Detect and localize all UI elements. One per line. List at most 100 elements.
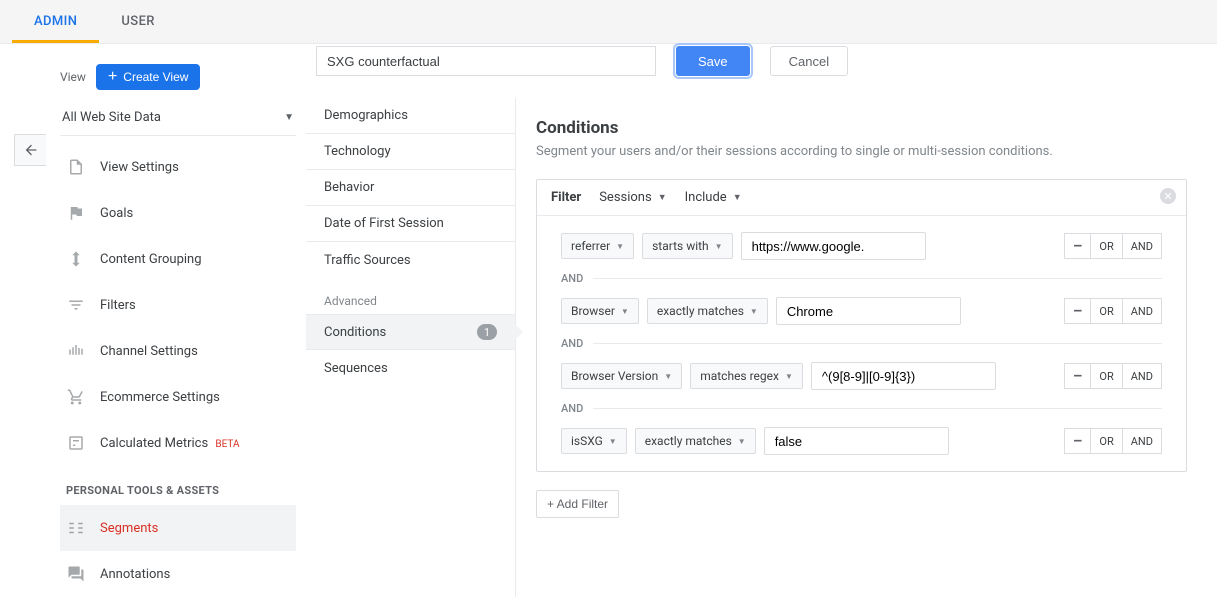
and-button[interactable]: AND (1122, 298, 1162, 324)
create-view-text: Create View (123, 70, 188, 84)
caret-down-icon: ▼ (738, 437, 746, 446)
op-value: starts with (652, 239, 709, 253)
or-button[interactable]: OR (1090, 298, 1122, 324)
segment-name-input[interactable] (316, 46, 656, 76)
remove-row-button[interactable]: – (1064, 298, 1091, 324)
page-icon (66, 157, 86, 177)
caret-down-icon: ▼ (284, 112, 294, 123)
separator-line (593, 278, 1162, 279)
nav-label: Content Grouping (100, 252, 202, 267)
remove-row-button[interactable]: – (1064, 363, 1091, 389)
remove-row-button[interactable]: – (1064, 428, 1091, 454)
field-value: Browser Version (571, 369, 658, 383)
beta-badge: BETA (215, 439, 239, 450)
tab-admin[interactable]: ADMIN (12, 0, 99, 43)
nav-channel-settings[interactable]: Channel Settings (60, 328, 296, 374)
caret-down-icon: ▼ (750, 307, 758, 316)
view-select[interactable]: All Web Site Data ▼ (60, 104, 296, 136)
nav-calculated-metrics[interactable]: Calculated Metrics BETA (60, 420, 296, 466)
nav-label: Filters (100, 298, 136, 313)
create-view-button[interactable]: + Create View (96, 64, 201, 90)
tab-behavior[interactable]: Behavior (306, 170, 515, 206)
or-button[interactable]: OR (1090, 428, 1122, 454)
tab-demographics[interactable]: Demographics (306, 98, 515, 134)
save-button[interactable]: Save (676, 46, 750, 76)
remove-row-button[interactable]: – (1064, 233, 1091, 259)
filter-label: Filter (551, 190, 581, 205)
nav-label: Goals (100, 206, 133, 221)
cancel-button[interactable]: Cancel (770, 46, 848, 76)
operator-dropdown[interactable]: exactly matches ▼ (647, 298, 768, 324)
caret-down-icon: ▼ (664, 372, 672, 381)
calc-icon (66, 433, 86, 453)
or-button[interactable]: OR (1090, 233, 1122, 259)
field-dropdown[interactable]: Browser Version ▼ (561, 363, 682, 389)
add-filter-button[interactable]: + Add Filter (536, 490, 619, 518)
caret-down-icon: ▼ (609, 437, 617, 446)
tab-date-first-session[interactable]: Date of First Session (306, 206, 515, 242)
annotation-icon (66, 564, 86, 584)
flag-icon (66, 203, 86, 223)
conditions-label: Conditions (324, 325, 386, 340)
nav-label: Calculated Metrics BETA (100, 436, 240, 451)
cart-icon (66, 387, 86, 407)
nav-label: Segments (100, 521, 158, 536)
field-dropdown[interactable]: isSXG ▼ (561, 428, 627, 454)
nav-segments[interactable]: Segments (60, 505, 296, 551)
nav-label: Channel Settings (100, 344, 198, 359)
filter-scope-value: Sessions (599, 190, 652, 205)
nav-annotations[interactable]: Annotations (60, 551, 296, 597)
tab-user[interactable]: USER (99, 0, 177, 43)
funnel-icon (66, 295, 86, 315)
op-value: matches regex (700, 369, 779, 383)
tab-traffic-sources[interactable]: Traffic Sources (306, 242, 515, 278)
and-separator: AND (561, 272, 583, 285)
operator-dropdown[interactable]: starts with ▼ (642, 233, 733, 259)
field-dropdown[interactable]: referrer▼ (561, 233, 634, 259)
value-input[interactable] (776, 297, 961, 325)
value-input[interactable] (764, 427, 949, 455)
tab-technology[interactable]: Technology (306, 134, 515, 170)
operator-dropdown[interactable]: matches regex ▼ (690, 363, 803, 389)
caret-down-icon: ▼ (785, 372, 793, 381)
field-value: isSXG (571, 434, 603, 448)
filter-include-dropdown[interactable]: Include ▼ (685, 190, 742, 205)
arrow-left-icon (23, 142, 39, 158)
and-button[interactable]: AND (1122, 428, 1162, 454)
nav-filters[interactable]: Filters (60, 282, 296, 328)
caret-down-icon: ▼ (658, 192, 667, 203)
caret-down-icon: ▼ (733, 192, 742, 203)
nav-ecommerce-settings[interactable]: Ecommerce Settings (60, 374, 296, 420)
or-button[interactable]: OR (1090, 363, 1122, 389)
plus-icon: + (108, 70, 117, 84)
nav-content-grouping[interactable]: Content Grouping (60, 236, 296, 282)
tab-conditions[interactable]: Conditions 1 (306, 314, 515, 350)
and-button[interactable]: AND (1122, 233, 1162, 259)
advanced-header: Advanced (306, 278, 515, 314)
value-input[interactable] (811, 362, 996, 390)
channel-icon (66, 341, 86, 361)
and-separator: AND (561, 402, 583, 415)
and-button[interactable]: AND (1122, 363, 1162, 389)
operator-dropdown[interactable]: exactly matches ▼ (635, 428, 756, 454)
view-select-value: All Web Site Data (62, 110, 161, 125)
nav-label: View Settings (100, 160, 179, 175)
caret-down-icon: ▼ (616, 242, 624, 251)
nav-view-settings[interactable]: View Settings (60, 144, 296, 190)
field-value: Browser (571, 304, 615, 318)
segments-icon (66, 518, 86, 538)
field-dropdown[interactable]: Browser▼ (561, 298, 639, 324)
separator-line (593, 408, 1162, 409)
op-value: exactly matches (657, 304, 744, 318)
back-button[interactable] (14, 134, 46, 166)
tab-sequences[interactable]: Sequences (306, 350, 515, 386)
nav-goals[interactable]: Goals (60, 190, 296, 236)
conditions-count-badge: 1 (477, 324, 497, 340)
conditions-subtitle: Segment your users and/or their sessions… (536, 144, 1187, 159)
remove-filter-button[interactable]: ✕ (1160, 188, 1176, 204)
separator-line (593, 343, 1162, 344)
op-value: exactly matches (645, 434, 732, 448)
filter-scope-dropdown[interactable]: Sessions ▼ (599, 190, 666, 205)
value-input[interactable] (741, 232, 926, 260)
caret-down-icon: ▼ (715, 242, 723, 251)
